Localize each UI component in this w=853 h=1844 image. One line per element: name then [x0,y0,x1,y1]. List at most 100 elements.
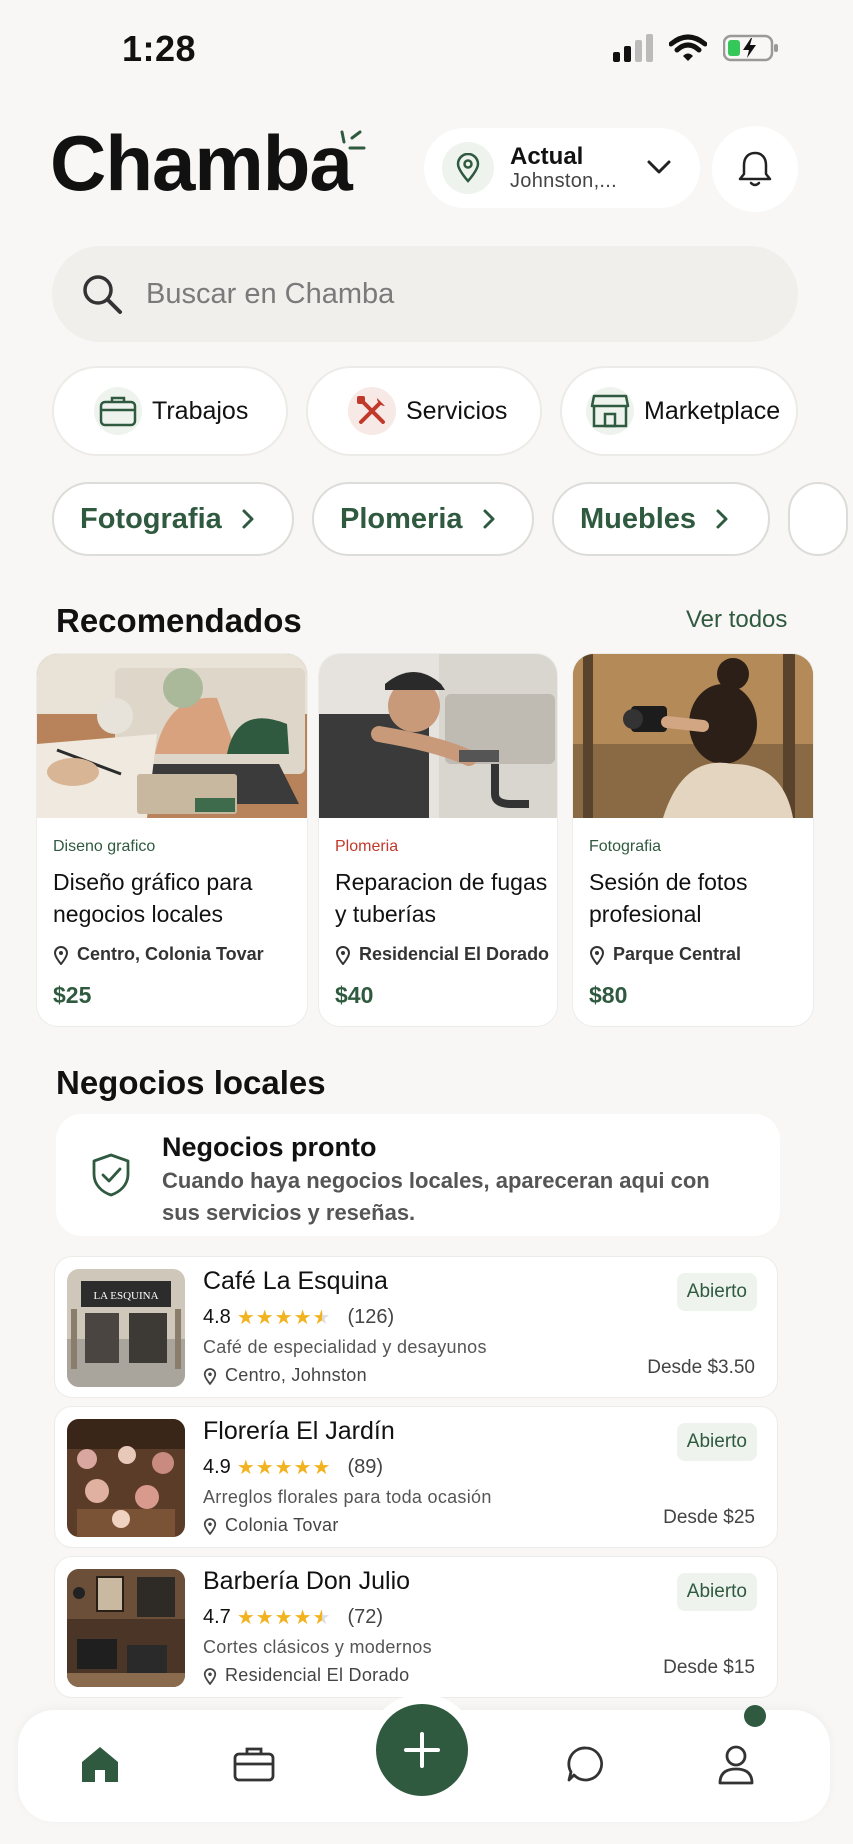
subcategory-label: Plomeria [340,502,463,535]
status-badge: Abierto [676,1423,757,1461]
recommended-card[interactable]: Plomeria Reparacion de fugas y tuberías … [318,653,558,1027]
home-icon [82,1747,118,1782]
business-rating: 4.9 ★★★★★ (89) [203,1455,383,1480]
tools-icon [348,387,396,435]
business-rating: 4.7 ★★★★★ (72) [203,1605,383,1630]
price-from: Desde $15 [663,1657,755,1678]
subcategory-label: Fotografia [80,502,222,535]
rating-value: 4.9 [203,1456,231,1478]
battery-icon [723,34,778,62]
location-pin-icon [203,1667,217,1685]
store-icon [586,387,634,435]
briefcase-icon [233,1747,275,1782]
card-price: $80 [589,982,628,1008]
card-title: Diseño gráfico para negocios locales [53,869,253,927]
card-location-text: Centro, Colonia Tovar [77,944,264,964]
section-title-recomendados: Recomendados [56,602,302,639]
chevron-down-icon [647,160,671,174]
nav-jobs[interactable] [226,1736,282,1792]
card-location: Parque Central [589,944,741,965]
card-location-text: Residencial El Dorado [359,944,550,964]
business-location: Centro, Johnston [203,1365,367,1386]
location-pin-icon [335,945,351,965]
business-row[interactable]: LA ESQUINA Café La Esquina 4.8 ★★★★★ (12… [54,1256,778,1398]
chevron-right-icon [483,509,494,529]
business-location: Colonia Tovar [203,1515,339,1536]
business-description: Cortes clásicos y modernos [203,1637,432,1657]
section-title-negocios: Negocios locales [56,1064,326,1101]
rating-stars: ★★★★★ [236,1457,332,1479]
business-name: Barbería Don Julio [203,1567,411,1595]
category-marketplace[interactable]: Marketplace [560,366,798,456]
nav-home[interactable] [72,1736,128,1792]
business-thumbnail [67,1419,185,1537]
business-location-text: Colonia Tovar [225,1515,339,1535]
business-row[interactable]: Florería El Jardín 4.9 ★★★★★ (89) Arregl… [54,1406,778,1548]
bell-icon [738,151,772,187]
search-bar[interactable]: Buscar en Chamba [52,246,798,342]
chevron-right-icon [716,509,728,529]
card-tag: Fotografia [589,838,662,855]
card-image-plumbing [319,654,557,818]
location-pin-icon [203,1517,217,1535]
status-icons [613,34,779,62]
subcategory-more[interactable] [788,482,848,556]
business-location-text: Residencial El Dorado [225,1665,410,1685]
location-pin-icon [203,1367,217,1385]
business-row[interactable]: Barbería Don Julio 4.7 ★★★★★ (72) Cortes… [54,1556,778,1698]
location-pin-icon [53,945,69,965]
business-thumbnail [67,1569,185,1687]
price-from: Desde $3.50 [647,1357,755,1378]
subcategory-muebles[interactable]: Muebles [552,482,770,556]
subcategory-fotografia[interactable]: Fotografia [52,482,294,556]
status-time: 1:28 [122,28,197,69]
nav-profile[interactable] [708,1736,764,1792]
search-icon [83,275,122,314]
business-location-text: Centro, Johnston [225,1365,367,1385]
location-selector[interactable]: Actual Johnston,... [424,128,700,208]
review-count: (89) [347,1456,384,1478]
add-icon [404,1732,440,1768]
signal-icon [613,34,653,62]
search-input[interactable]: Buscar en Chamba [146,278,394,311]
chat-icon [567,1746,603,1782]
business-name: Café La Esquina [203,1267,388,1295]
location-pin-icon [442,142,494,194]
nav-messages[interactable] [558,1736,614,1792]
status-badge: Abierto [676,1273,757,1311]
location-label: Actual [510,142,584,170]
review-count: (126) [347,1306,395,1328]
rating-value: 4.8 [203,1306,231,1328]
location-pin-icon [589,945,605,965]
price-from: Desde $25 [663,1507,755,1528]
subcategory-label: Muebles [580,502,697,535]
card-location: Centro, Colonia Tovar [53,944,264,965]
business-description: Arreglos florales para toda ocasión [203,1487,492,1507]
category-servicios[interactable]: Servicios [306,366,542,456]
shield-check-icon [92,1153,130,1197]
app-logo: Chamba [50,119,353,207]
see-all-link[interactable]: Ver todos [686,606,787,634]
card-title: Sesión de fotos profesional [589,869,748,927]
status-bar: 1:28 [0,0,853,100]
business-name: Florería El Jardín [203,1417,395,1445]
wifi-icon [669,34,707,61]
status-badge: Abierto [676,1573,757,1611]
add-button[interactable] [376,1704,468,1796]
logo-spark-icon [340,130,366,150]
business-description: Café de especialidad y desayunos [203,1337,487,1357]
profile-icon [718,1745,754,1785]
business-rating: 4.8 ★★★★★ (126) [203,1305,394,1330]
subcategory-plomeria[interactable]: Plomeria [312,482,534,556]
category-trabajos[interactable]: Trabajos [52,366,288,456]
notice-text: Cuando haya negocios locales, apareceran… [162,1168,710,1225]
notice-title: Negocios pronto [162,1132,377,1162]
recommended-card[interactable]: Fotografia Sesión de fotos profesional P… [572,653,814,1027]
notifications-button[interactable] [712,126,798,212]
card-image-design [37,654,307,818]
business-sign-text: LA ESQUINA [93,1290,158,1302]
rating-value: 4.7 [203,1606,231,1628]
card-image-photography [573,654,813,818]
recommended-card[interactable]: Diseno grafico Diseño gráfico para negoc… [36,653,308,1027]
card-price: $40 [335,982,374,1008]
